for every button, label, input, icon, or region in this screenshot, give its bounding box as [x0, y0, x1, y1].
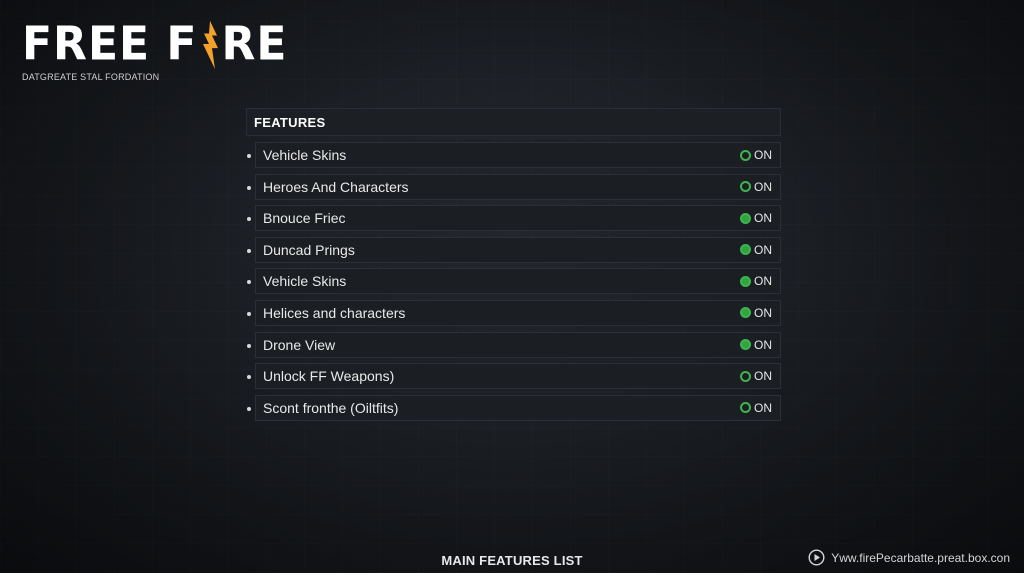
- feature-label: Vehicle Skins: [263, 273, 347, 290]
- feature-item: Heroes And Characters ON: [255, 173, 781, 200]
- logo-title: FREE F RE: [22, 17, 288, 72]
- feature-item: Helices and characters ON: [255, 299, 781, 326]
- feature-item: Vehicle Skins ON: [255, 268, 781, 295]
- bullet-icon: [247, 311, 251, 316]
- watermark-text: Yww.firePecarbatte.preat.box.con: [831, 550, 1010, 565]
- features-list: Vehicle Skins ON Heroes And Characters ON Bn…: [246, 141, 781, 425]
- feature-toggle[interactable]: ON: [740, 211, 772, 225]
- toggle-state: ON: [754, 400, 772, 415]
- feature-row: Vehicle Skins ON: [246, 267, 781, 299]
- bullet-icon: [247, 406, 251, 411]
- feature-toggle[interactable]: ON: [740, 401, 772, 415]
- feature-toggle[interactable]: ON: [740, 369, 772, 383]
- logo-text-left: FREE F: [22, 17, 198, 72]
- feature-toggle[interactable]: ON: [740, 148, 772, 162]
- toggle-state: ON: [754, 274, 772, 289]
- game-logo: FREE F RE DATGREATE STAL FORDATION: [22, 17, 288, 82]
- toggle-state: ON: [754, 305, 772, 320]
- feature-toggle[interactable]: ON: [740, 180, 772, 194]
- logo-tagline: DATGREATE STAL FORDATION: [22, 72, 160, 82]
- feature-row: Scont fronthe (Oiltfits) ON: [246, 394, 781, 426]
- toggle-state: ON: [754, 211, 772, 226]
- play-circle-icon: [808, 549, 825, 566]
- bullet-icon: [247, 343, 251, 348]
- feature-label: Duncad Prings: [263, 241, 355, 258]
- bullet-icon: [247, 154, 251, 158]
- feature-toggle[interactable]: ON: [740, 338, 772, 352]
- flame-bolt-icon: [203, 20, 219, 70]
- feature-item: Drone View ON: [255, 331, 781, 358]
- feature-item: Vehicle Skins ON: [255, 142, 781, 168]
- logo-text-right: RE: [221, 17, 288, 72]
- feature-item: Bnouce Friec ON: [255, 205, 781, 232]
- feature-toggle[interactable]: ON: [740, 274, 772, 288]
- toggle-indicator-icon: [740, 307, 751, 319]
- feature-label: Vehicle Skins: [263, 147, 347, 163]
- bullet-icon: [247, 280, 251, 285]
- bullet-icon: [247, 185, 251, 190]
- toggle-indicator-icon: [740, 402, 751, 414]
- feature-label: Helices and characters: [263, 304, 406, 321]
- toggle-indicator-icon: [740, 275, 751, 287]
- feature-label: Unlock FF Weapons): [263, 368, 395, 385]
- toggle-state: ON: [754, 337, 772, 352]
- features-header: FEATURES: [246, 108, 781, 136]
- toggle-state: ON: [754, 242, 772, 257]
- toggle-state: ON: [754, 148, 772, 162]
- feature-item: Duncad Prings ON: [255, 236, 781, 263]
- toggle-indicator-icon: [740, 339, 751, 351]
- watermark: Yww.firePecarbatte.preat.box.con: [808, 549, 1010, 566]
- features-panel: FEATURES Vehicle Skins ON Heroes And Chara…: [246, 108, 781, 425]
- feature-row: Helices and characters ON: [246, 299, 781, 331]
- bullet-icon: [247, 375, 251, 380]
- feature-toggle[interactable]: ON: [740, 306, 772, 320]
- toggle-indicator-icon: [740, 370, 751, 382]
- toggle-indicator-icon: [740, 149, 751, 161]
- feature-label: Drone View: [263, 336, 336, 353]
- toggle-state: ON: [754, 369, 772, 384]
- feature-row: Duncad Prings ON: [246, 236, 781, 268]
- feature-toggle[interactable]: ON: [740, 243, 772, 257]
- toggle-indicator-icon: [740, 212, 751, 224]
- toggle-indicator-icon: [740, 181, 751, 193]
- feature-row: Heroes And Characters ON: [246, 173, 781, 205]
- feature-row: Unlock FF Weapons) ON: [246, 362, 781, 394]
- feature-label: Scont fronthe (Oiltfits): [263, 399, 399, 416]
- features-header-title: FEATURES: [254, 114, 326, 130]
- feature-label: Heroes And Characters: [263, 178, 409, 195]
- bullet-icon: [247, 248, 251, 253]
- feature-row: Drone View ON: [246, 331, 781, 363]
- bullet-icon: [247, 217, 251, 222]
- feature-item: Scont fronthe (Oiltfits) ON: [255, 394, 781, 421]
- toggle-indicator-icon: [740, 244, 751, 256]
- feature-label: Bnouce Friec: [263, 210, 346, 227]
- toggle-state: ON: [754, 179, 772, 194]
- feature-row: Bnouce Friec ON: [246, 204, 781, 236]
- feature-item: Unlock FF Weapons) ON: [255, 363, 781, 390]
- feature-row: Vehicle Skins ON: [246, 141, 781, 173]
